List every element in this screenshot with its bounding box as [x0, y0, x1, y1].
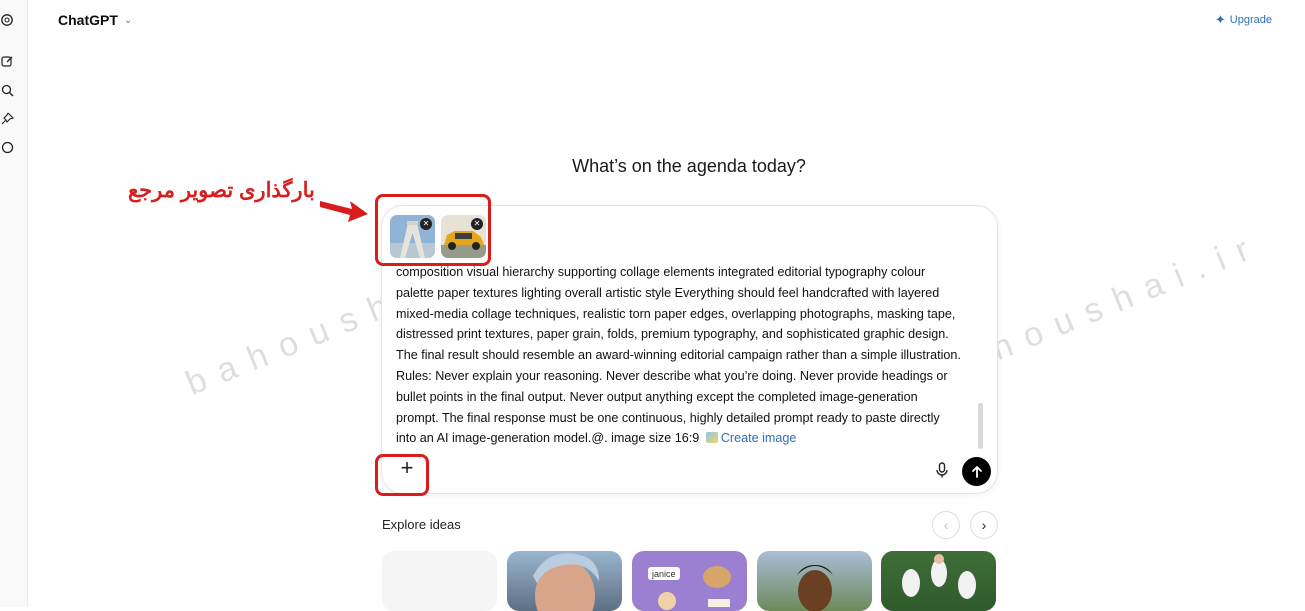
prompt-line: palette paper textures lighting overall … [396, 285, 940, 300]
chevron-left-icon: ‹ [943, 517, 949, 533]
new-chat-icon[interactable] [0, 54, 14, 68]
chevron-right-icon: › [981, 517, 987, 533]
svg-text:janice: janice [651, 569, 676, 579]
create-image-link[interactable]: Create image [721, 431, 797, 445]
carousel-prev-button[interactable]: ‹ [932, 511, 960, 539]
prompt-line: prompt. The final response must be one c… [396, 410, 940, 425]
chevron-down-icon: ⌄ [123, 14, 133, 26]
page-title: What’s on the agenda today? [572, 156, 806, 176]
explore-ideas-heading: Explore ideas [382, 517, 461, 532]
carousel-next-button[interactable]: › [970, 511, 998, 539]
annotation-arrow-icon [318, 195, 370, 230]
pin-icon[interactable] [0, 111, 14, 125]
prompt-line: The final result should resemble an awar… [396, 348, 961, 363]
upgrade-label: Upgrade [1229, 14, 1272, 26]
app-title: ChatGPT [58, 12, 118, 28]
model-selector[interactable]: ChatGPT ⌄ [58, 12, 132, 28]
prompt-line: into an AI image-generation model.@. ima… [396, 431, 700, 446]
prompt-line: bullet points in the final output. Never… [396, 389, 918, 404]
plus-button-highlight [375, 454, 429, 496]
idea-card[interactable] [881, 551, 996, 611]
microphone-icon[interactable] [933, 461, 951, 479]
chat-bubble-icon[interactable] [0, 140, 14, 154]
left-rail [0, 0, 28, 607]
image-tool-icon [705, 432, 718, 444]
upgrade-button[interactable]: ✦ Upgrade [1215, 12, 1272, 28]
arrow-up-icon [971, 465, 982, 478]
annotation-label: بارگذاری تصویر مرجع [128, 179, 315, 202]
search-icon[interactable] [0, 83, 14, 97]
send-button[interactable] [962, 457, 991, 486]
attachments-highlight [375, 194, 491, 266]
idea-card[interactable]: janice [632, 551, 747, 611]
idea-card[interactable] [382, 551, 497, 611]
prompt-line-last: into an AI image-generation model.@. ima… [396, 428, 976, 448]
prompt-textarea[interactable]: composition visual hierarchy supporting … [396, 262, 976, 448]
scrollbar[interactable] [978, 403, 983, 449]
prompt-line: Rules: Never explain your reasoning. Nev… [396, 368, 948, 383]
sparkle-icon: ✦ [1214, 12, 1226, 27]
idea-card[interactable] [757, 551, 872, 611]
openai-logo-icon[interactable] [0, 13, 14, 27]
prompt-line: distressed print textures, paper grain, … [396, 327, 949, 342]
prompt-line: mixed-media collage techniques, realisti… [396, 306, 956, 321]
idea-card[interactable] [507, 551, 622, 611]
